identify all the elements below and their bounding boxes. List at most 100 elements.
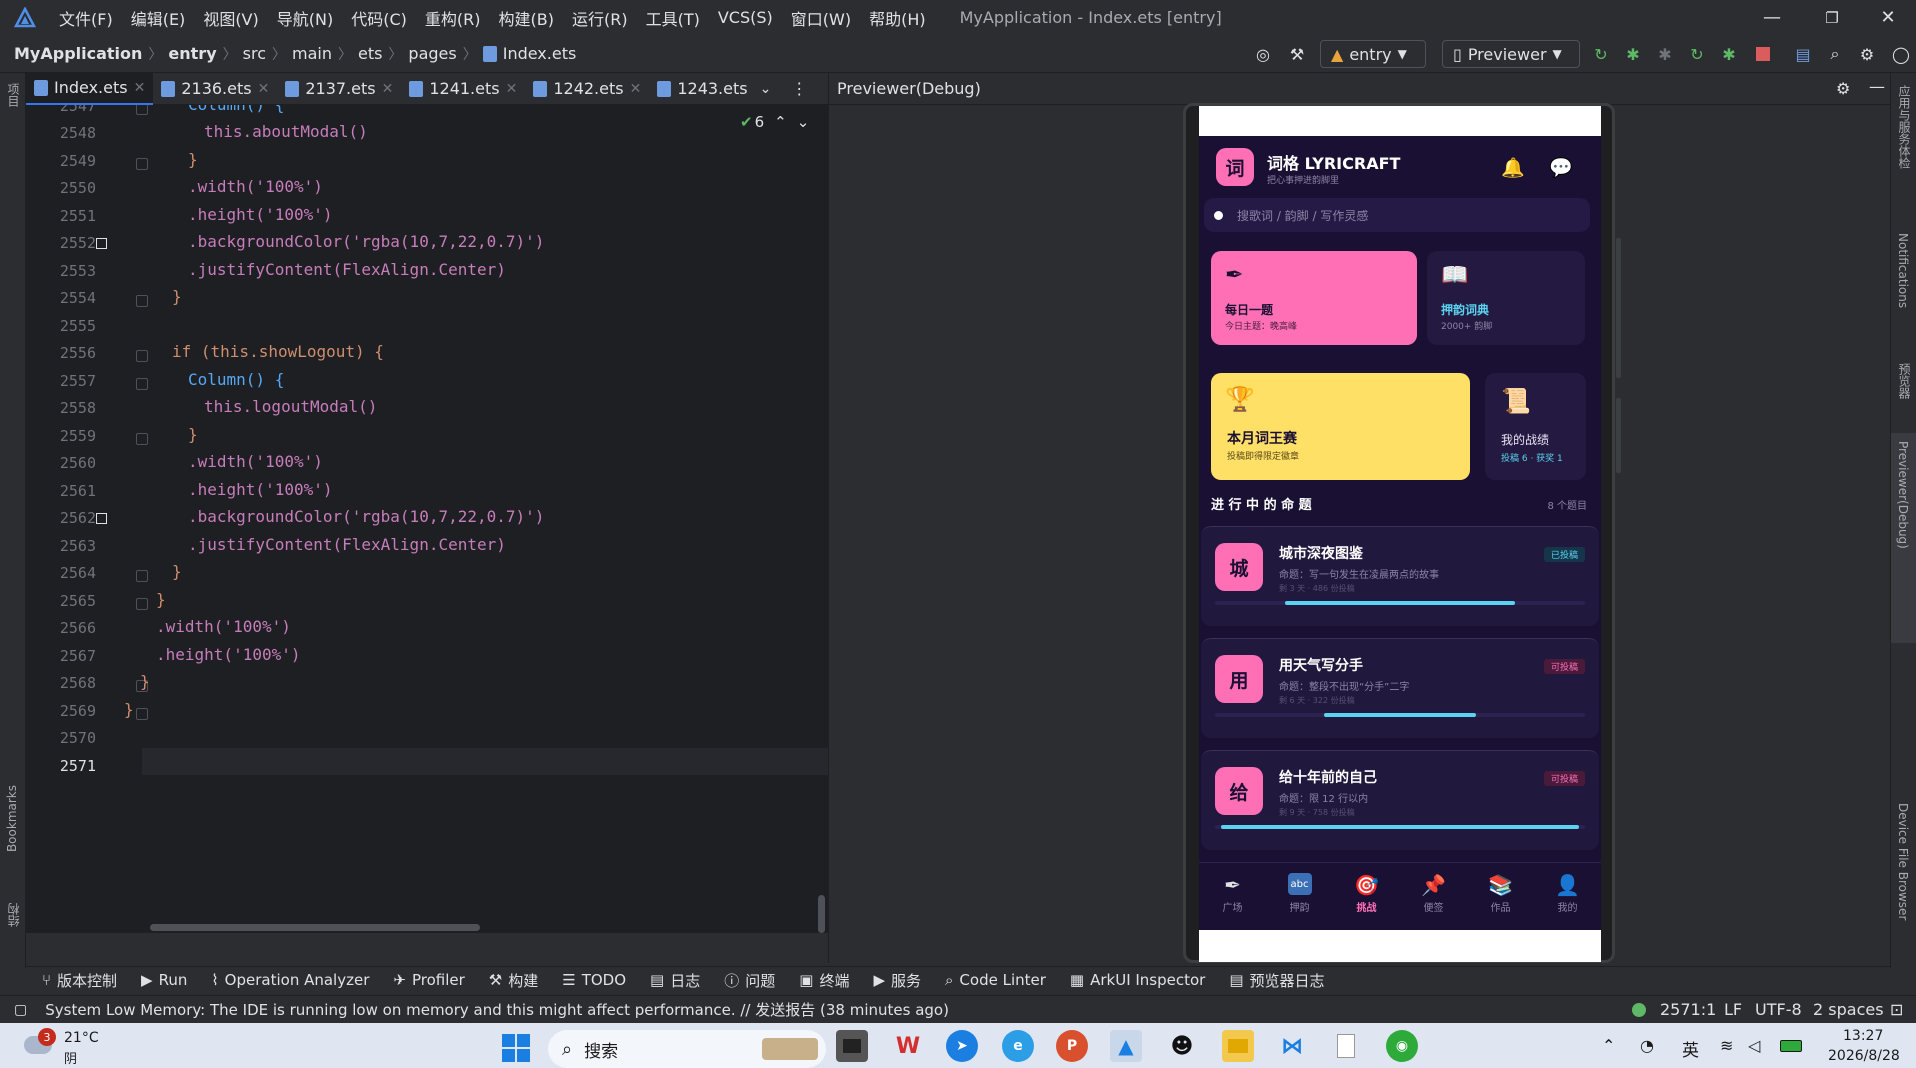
taskbar-app-taskview[interactable] (836, 1030, 868, 1062)
structure-tool-button[interactable]: 结构 (4, 903, 22, 943)
search-input[interactable]: 搜歌词 / 韵脚 / 写作灵感 (1204, 198, 1590, 232)
tool-services[interactable]: ▶ 服务 (873, 970, 921, 991)
breadcrumb-project[interactable]: MyApplication (14, 44, 142, 63)
inspection-widget[interactable]: ✔ 6 ⌃ ⌄ (740, 113, 809, 131)
tool-operation-analyzer[interactable]: ⌇ Operation Analyzer (211, 971, 369, 989)
tab-list-chevron-icon[interactable]: ⌄ (760, 81, 772, 97)
menu-help[interactable]: 帮助(H) (860, 6, 935, 30)
taskbar-app-explorer[interactable] (1222, 1030, 1254, 1062)
lock-icon[interactable]: ⊡ (1890, 1000, 1903, 1019)
close-window-button[interactable]: ✕ (1858, 0, 1916, 35)
breadcrumb-main[interactable]: main (292, 44, 332, 63)
breadcrumb-pages[interactable]: pages (408, 44, 456, 63)
device-file-browser-tool-button[interactable]: Device File Browser (1895, 803, 1913, 963)
locate-icon[interactable]: ◎ (1252, 43, 1274, 65)
menu-tools[interactable]: 工具(T) (637, 6, 709, 30)
tool-terminal[interactable]: ▣ 终端 (799, 970, 849, 991)
topic-card[interactable]: 用 用天气写分手 命题：整段不出现“分手”二字 剩 6 天 · 322 份投稿 … (1201, 638, 1599, 738)
nav-item-rhyme[interactable]: abc 押韵 (1266, 863, 1333, 930)
debug-icon[interactable]: ✱ (1622, 43, 1644, 65)
app-services-tool-button[interactable]: 应用与服务体检 (1895, 85, 1913, 215)
chat-icon[interactable]: 💬 (1549, 156, 1573, 179)
module-selector[interactable]: ▲ entry ▼ (1320, 40, 1426, 68)
fold-marker-icon[interactable] (136, 378, 148, 390)
fold-marker-icon[interactable] (136, 433, 148, 445)
tray-chevron-icon[interactable]: ⌃ (1602, 1036, 1615, 1055)
caret-position[interactable]: 2571:1 (1660, 1000, 1716, 1019)
more-options-icon[interactable]: ⋮ (791, 79, 807, 98)
taskbar-app-vscode[interactable]: ⋈ (1276, 1030, 1308, 1062)
close-tab-icon[interactable]: ✕ (506, 81, 518, 97)
tab-1241-ets[interactable]: 1241.ets ✕ (401, 73, 525, 105)
close-tab-icon[interactable]: ✕ (258, 81, 270, 97)
tab-2136-ets[interactable]: 2136.ets ✕ (153, 73, 277, 105)
project-tool-button[interactable]: 项目 (4, 83, 22, 123)
menu-edit[interactable]: 编辑(E) (122, 6, 195, 30)
device-selector[interactable]: ▯ Previewer ▼ (1442, 40, 1580, 68)
menu-view[interactable]: 视图(V) (194, 6, 267, 30)
tab-1242-ets[interactable]: 1242.ets ✕ (525, 73, 649, 105)
nav-item-notes[interactable]: 📌 便签 (1400, 863, 1467, 930)
tool-run[interactable]: ▶ Run (141, 971, 187, 989)
gear-icon[interactable]: ⚙ (1856, 43, 1878, 65)
taskbar-app-notepad[interactable] (1330, 1030, 1362, 1062)
fold-marker-icon[interactable] (136, 105, 148, 115)
search-icon[interactable]: ⌕ (1824, 43, 1846, 65)
tab-1243-ets[interactable]: 1243.ets (649, 73, 749, 105)
menu-navigate[interactable]: 导航(N) (268, 6, 342, 30)
rerun-icon[interactable]: ↻ (1590, 43, 1612, 65)
taskbar-app-deveco[interactable]: ▲ (1110, 1030, 1142, 1062)
tool-todo[interactable]: ☰ TODO (562, 971, 626, 989)
close-tab-icon[interactable]: ✕ (134, 80, 146, 96)
breadcrumb-module[interactable]: entry (168, 44, 216, 63)
hammer-icon[interactable]: ⚒ (1286, 43, 1308, 65)
taskbar-app-green[interactable]: ◉ (1386, 1030, 1418, 1062)
line-separator[interactable]: LF (1724, 1000, 1742, 1019)
daily-topic-card[interactable]: ✒ 每日一题 今日主题：晚高峰 (1211, 251, 1417, 345)
clock-time[interactable]: 13:27 (1843, 1028, 1883, 1044)
previewer-debug-tool-button[interactable]: Previewer(Debug) (1891, 433, 1916, 643)
menu-code[interactable]: 代码(C) (342, 6, 416, 30)
next-highlight-icon[interactable]: ⌄ (797, 113, 810, 131)
tray-network-app-icon[interactable]: ◔ (1640, 1036, 1654, 1055)
fold-marker-icon[interactable] (136, 350, 148, 362)
bookmark-marker[interactable] (96, 513, 107, 524)
taskbar-app-feishu[interactable]: ➤ (946, 1030, 978, 1062)
menu-run[interactable]: 运行(R) (563, 6, 637, 30)
file-encoding[interactable]: UTF-8 (1755, 1000, 1802, 1019)
tool-code-linter[interactable]: ⌕ Code Linter (945, 971, 1046, 989)
code-editor[interactable]: ✔ 6 ⌃ ⌄ 2547 2548 2549 2550 2551 2552 25… (26, 105, 828, 933)
rhyme-dictionary-card[interactable]: 📖 押韵词典 2000+ 韵脚 (1427, 251, 1585, 345)
tool-version-control[interactable]: ⑂ 版本控制 (42, 970, 117, 991)
taskbar-app-powerpoint[interactable]: P (1056, 1030, 1088, 1062)
minimize-panel-icon[interactable]: — (1869, 77, 1885, 96)
start-button[interactable] (502, 1034, 530, 1062)
wifi-icon[interactable]: ≋ (1720, 1036, 1733, 1055)
my-record-card[interactable]: 📜 我的战绩 投稿 6 · 获奖 1 (1485, 373, 1586, 480)
menu-file[interactable]: 文件(F) (50, 6, 122, 30)
nav-item-profile[interactable]: 👤 我的 (1534, 863, 1601, 930)
nav-item-works[interactable]: 📚 作品 (1467, 863, 1534, 930)
preview-tool-button[interactable]: 预览器 (1895, 363, 1913, 423)
profile-icon[interactable]: ✱ (1718, 43, 1740, 65)
tool-previewer-log[interactable]: ▤ 预览器日志 (1229, 970, 1324, 991)
tool-log[interactable]: ▤ 日志 (650, 970, 700, 991)
clock-date[interactable]: 2026/8/28 (1828, 1048, 1900, 1064)
tool-build[interactable]: ⚒ 构建 (489, 970, 538, 991)
panel-toggle-icon[interactable]: ▢ (14, 1002, 27, 1018)
minimize-button[interactable]: — (1742, 0, 1802, 35)
topic-card[interactable]: 城 城市深夜图鉴 命题：写一句发生在凌晨两点的故事 剩 3 天 · 486 份投… (1201, 526, 1599, 626)
taskbar-app-qq[interactable]: ☻ (1166, 1030, 1198, 1062)
previous-highlight-icon[interactable]: ⌃ (774, 113, 787, 131)
battery-icon[interactable] (1780, 1040, 1802, 1052)
gear-icon[interactable]: ⚙ (1836, 79, 1850, 98)
horizontal-scrollbar[interactable] (150, 924, 480, 931)
menu-window[interactable]: 窗口(W) (782, 6, 860, 30)
nav-item-challenge[interactable]: 🎯 挑战 (1333, 863, 1400, 930)
ime-indicator[interactable]: 英 (1682, 1036, 1699, 1061)
maximize-button[interactable]: ❐ (1802, 0, 1862, 35)
menu-build[interactable]: 构建(B) (490, 6, 563, 30)
monthly-contest-card[interactable]: 🏆 本月词王赛 投稿即得限定徽章 (1211, 373, 1470, 480)
close-tab-icon[interactable]: ✕ (630, 81, 642, 97)
menu-vcs[interactable]: VCS(S) (709, 8, 782, 27)
